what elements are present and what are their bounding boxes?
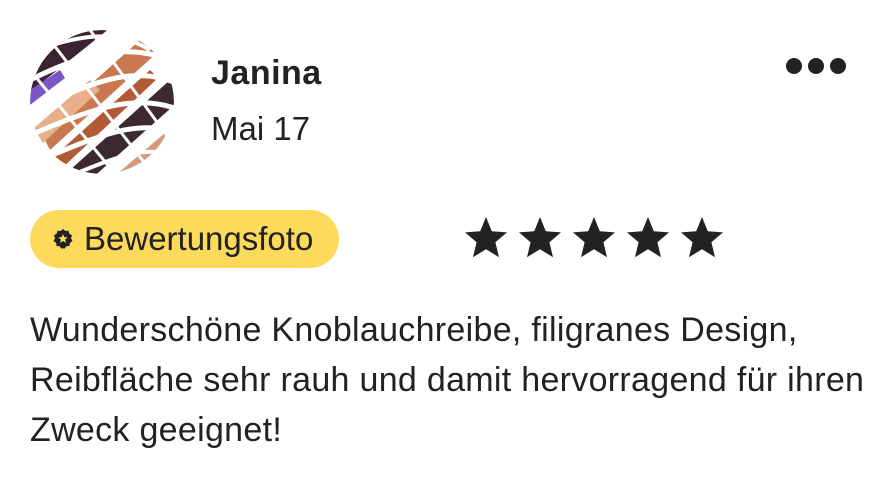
reviewer-avatar[interactable] xyxy=(30,30,174,174)
star-icon xyxy=(519,217,561,258)
more-options-icon xyxy=(830,58,846,74)
star-seal-icon xyxy=(53,228,73,249)
star-icon xyxy=(465,217,507,258)
star-rating xyxy=(462,212,726,264)
more-options-button[interactable] xyxy=(780,50,852,82)
review-text: Wunderschöne Knoblauchreibe, filigranes … xyxy=(30,311,865,449)
more-options-icon xyxy=(808,58,824,74)
star-icon xyxy=(627,217,669,258)
review-photo-badge: Bewertungsfoto xyxy=(30,210,340,268)
review-date: Mai 17 xyxy=(211,110,311,147)
more-options-icon xyxy=(786,58,802,74)
badge-label: Bewertungsfoto xyxy=(84,220,314,257)
star-icon xyxy=(681,217,723,258)
review-card: Janina Mai 17 Bewertungsfoto Wunderschön… xyxy=(0,0,896,488)
star-icon xyxy=(573,217,615,258)
reviewer-name[interactable]: Janina xyxy=(211,54,322,93)
avatar-image xyxy=(30,30,174,174)
